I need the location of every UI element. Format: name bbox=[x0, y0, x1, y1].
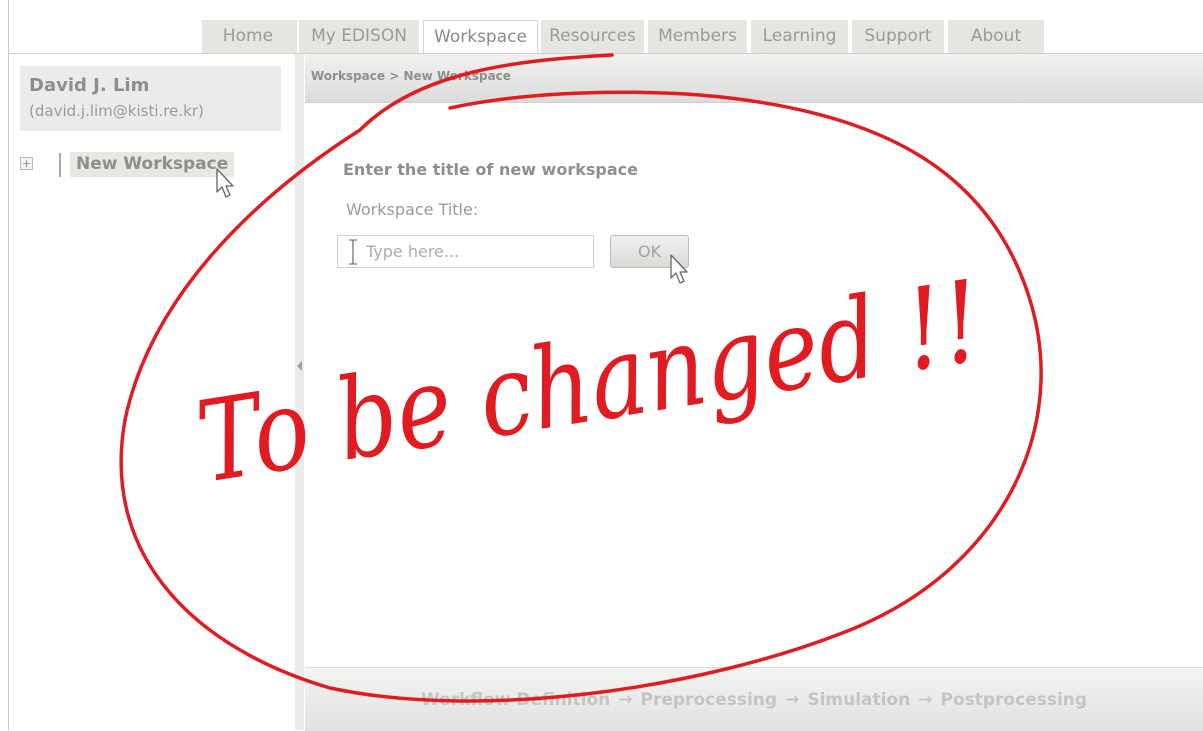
arrow-right-icon: → bbox=[918, 690, 933, 710]
nav-tab-support[interactable]: Support bbox=[852, 20, 945, 53]
text-cursor-icon bbox=[349, 239, 357, 265]
workflow-step-definition[interactable]: Workflow Definition bbox=[421, 690, 610, 710]
breadcrumb-bar: Workspace > New Workspace bbox=[305, 54, 1203, 103]
panel-splitter[interactable] bbox=[295, 54, 304, 730]
expand-icon[interactable] bbox=[20, 157, 33, 170]
workspace-title-input[interactable] bbox=[337, 235, 594, 268]
frame-left-border bbox=[8, 0, 9, 730]
workflow-step-preprocessing[interactable]: Preprocessing bbox=[641, 690, 778, 710]
nav-tab-home[interactable]: Home bbox=[202, 20, 298, 53]
mouse-pointer-icon bbox=[216, 168, 234, 198]
workspace-title-label: Workspace Title: bbox=[346, 200, 479, 219]
workflow-step-postprocessing[interactable]: Postprocessing bbox=[941, 690, 1088, 710]
annotation-label: To be changed !! bbox=[189, 257, 990, 509]
nav-tab-about[interactable]: About bbox=[948, 20, 1045, 53]
text-cursor-icon bbox=[59, 153, 67, 177]
annotation-ellipse bbox=[119, 53, 1043, 703]
user-name: David J. Lim bbox=[29, 75, 150, 96]
workflow-steps: Workflow Definition → Preprocessing → Simula… bbox=[305, 690, 1203, 710]
form-prompt: Enter the title of new workspace bbox=[343, 160, 638, 179]
arrow-right-icon: → bbox=[618, 690, 633, 710]
nav-tab-members[interactable]: Members bbox=[648, 20, 748, 53]
nav-tab-learning[interactable]: Learning bbox=[751, 20, 849, 53]
tree-item-new-workspace[interactable]: New Workspace bbox=[70, 152, 235, 177]
user-info-box: David J. Lim (david.j.lim@kisti.re.kr) bbox=[20, 66, 281, 131]
workflow-bar: Workflow Definition → Preprocessing → Simula… bbox=[305, 667, 1203, 731]
nav-tab-workspace[interactable]: Workspace bbox=[423, 20, 538, 54]
nav-tab-my-edison[interactable]: My EDISON bbox=[299, 20, 420, 53]
breadcrumb: Workspace > New Workspace bbox=[311, 69, 511, 83]
nav-tab-resources[interactable]: Resources bbox=[541, 20, 645, 53]
arrow-right-icon: → bbox=[785, 690, 800, 710]
user-email: (david.j.lim@kisti.re.kr) bbox=[29, 102, 204, 120]
mouse-pointer-icon bbox=[670, 254, 688, 284]
workflow-step-simulation[interactable]: Simulation bbox=[807, 690, 910, 710]
annotation-text: To be changed !! bbox=[189, 257, 990, 509]
splitter-collapse-icon[interactable] bbox=[297, 361, 302, 371]
